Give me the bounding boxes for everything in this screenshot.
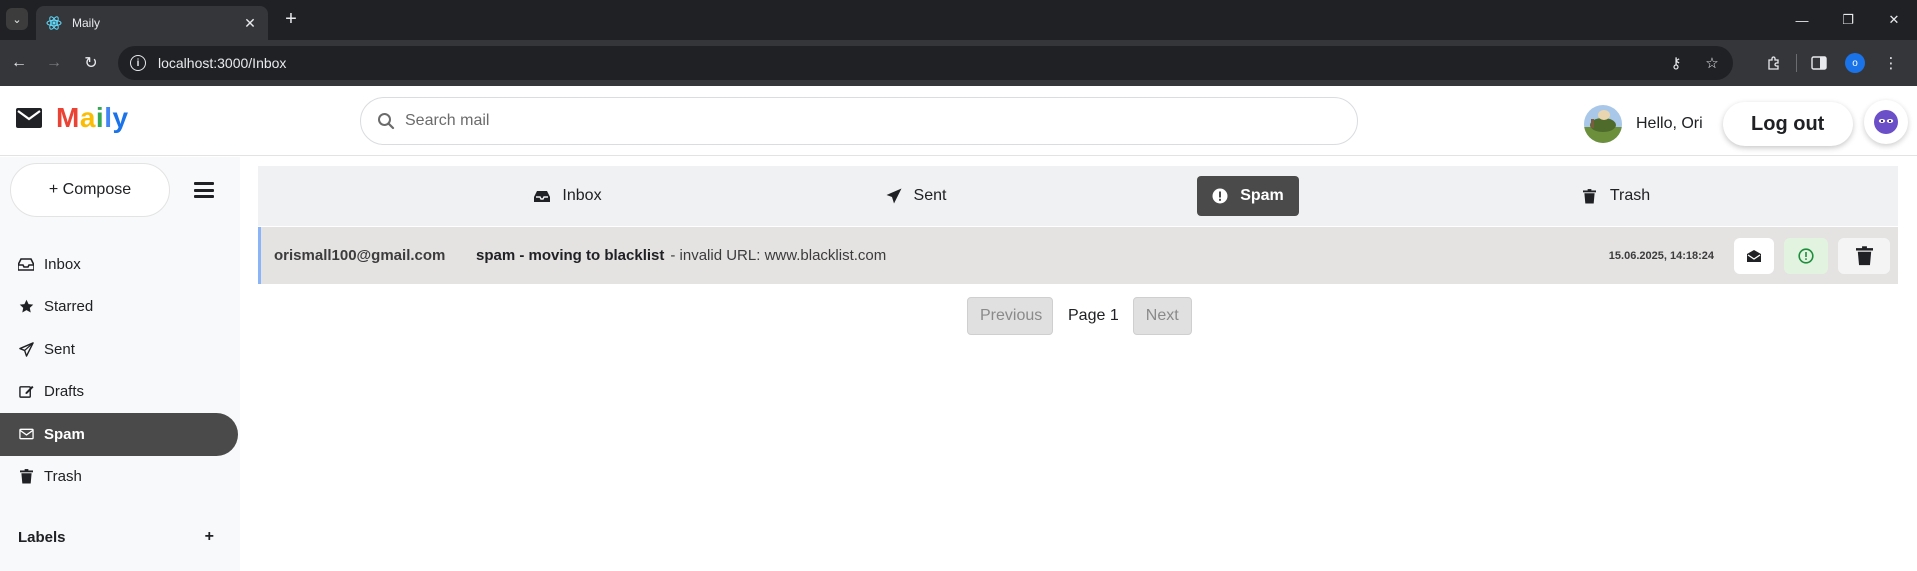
side-panel-icon[interactable] [1801, 52, 1837, 74]
logout-button[interactable]: Log out [1722, 102, 1853, 146]
tab-close-icon[interactable]: ✕ [242, 15, 258, 32]
close-window-icon[interactable]: ✕ [1871, 0, 1917, 40]
labels-section: Labels + [18, 528, 214, 546]
react-favicon-icon [46, 16, 62, 30]
paper-plane-icon [886, 188, 902, 204]
sidebar-item-trash[interactable]: Trash [0, 456, 238, 499]
back-icon[interactable]: ← [8, 52, 30, 74]
mail-snippet: - invalid URL: www.blacklist.com [670, 247, 887, 264]
sidebar-item-spam[interactable]: Spam [0, 413, 238, 456]
theme-toggle-button[interactable] [1864, 100, 1908, 144]
exclamation-circle-icon [1212, 188, 1228, 204]
reload-icon[interactable]: ↻ [80, 52, 102, 74]
window-controls: — ❐ ✕ [1779, 0, 1917, 40]
compose-button[interactable]: + Compose [10, 163, 170, 217]
trash-icon [18, 469, 34, 485]
star-icon [18, 299, 34, 315]
edit-icon [18, 384, 34, 400]
folder-tabs: Inbox Sent Spam Trash [258, 166, 1898, 226]
tab-trash[interactable]: Trash [1556, 176, 1676, 216]
url-bar[interactable]: i localhost:3000/Inbox ⚷ ☆ [118, 46, 1733, 80]
pagination: Previous Page 1 Next [967, 297, 1192, 335]
delete-button[interactable] [1838, 237, 1890, 274]
new-tab-button[interactable]: + [280, 8, 302, 30]
tab-inbox[interactable]: Inbox [508, 176, 628, 216]
user-greeting: Hello, Ori [1636, 115, 1703, 132]
labels-title: Labels [18, 528, 66, 546]
trash-icon [1855, 245, 1873, 265]
trash-icon [1582, 188, 1598, 204]
mail-row[interactable]: orismall100@gmail.com spam - moving to b… [258, 227, 1898, 284]
moon-face-icon [1874, 110, 1898, 134]
envelope-open-icon [1747, 249, 1761, 262]
browser-tab[interactable]: Maily ✕ [36, 6, 268, 40]
exclamation-circle-icon [1798, 247, 1814, 264]
menu-toggle-icon[interactable] [194, 182, 214, 198]
url-text[interactable]: localhost:3000/Inbox [158, 55, 1649, 71]
sidebar: + Compose Inbox Starred Sent Drafts Spam… [0, 157, 240, 571]
tab-title: Maily [72, 16, 101, 30]
brand[interactable]: Maily [16, 102, 129, 134]
next-page-button[interactable]: Next [1132, 297, 1192, 335]
inbox-icon [534, 188, 551, 204]
user-avatar[interactable] [1584, 105, 1622, 143]
paper-plane-icon [18, 341, 34, 357]
search-input[interactable] [405, 112, 1341, 130]
profile-avatar[interactable]: o [1837, 52, 1873, 74]
mail-date: 15.06.2025, 14:18:24 [1608, 249, 1714, 262]
previous-page-button[interactable]: Previous [967, 297, 1053, 335]
tab-search-chevron-icon[interactable]: ⌄ [6, 8, 28, 30]
restore-icon[interactable]: ❐ [1825, 0, 1871, 40]
tab-sent[interactable]: Sent [856, 176, 976, 216]
extensions-icon[interactable] [1756, 52, 1792, 74]
brand-name: Maily [56, 102, 129, 133]
envelope-icon [18, 426, 34, 442]
browser-toolbar: o ⋮ [1756, 52, 1909, 74]
app-header: Maily Hello, Ori Log out [0, 86, 1917, 156]
search-bar[interactable] [360, 97, 1358, 145]
mail-sender: orismall100@gmail.com [274, 247, 446, 264]
add-label-button[interactable]: + [205, 528, 214, 546]
envelope-logo-icon [16, 108, 42, 128]
mark-read-button[interactable] [1734, 237, 1774, 274]
key-icon[interactable]: ⚷ [1667, 54, 1685, 72]
page-indicator: Page 1 [1068, 307, 1119, 324]
browser-tab-bar: ⌄ Maily ✕ + — ❐ ✕ [0, 0, 1917, 40]
forward-icon[interactable]: → [43, 52, 65, 74]
not-spam-button[interactable] [1784, 237, 1828, 274]
bookmark-star-icon[interactable]: ☆ [1703, 54, 1721, 72]
sidebar-item-inbox[interactable]: Inbox [0, 243, 238, 286]
sidebar-item-drafts[interactable]: Drafts [0, 371, 238, 414]
inbox-icon [18, 256, 34, 272]
sidebar-item-starred[interactable]: Starred [0, 286, 238, 329]
user-area: Hello, Ori Log out [1584, 102, 1853, 146]
browser-menu-icon[interactable]: ⋮ [1873, 52, 1909, 74]
search-icon [378, 113, 395, 130]
browser-address-bar: ← → ↻ i localhost:3000/Inbox ⚷ ☆ o ⋮ [0, 40, 1917, 86]
site-info-icon[interactable]: i [130, 55, 146, 71]
mail-subject: spam - moving to blacklist [476, 247, 665, 264]
sidebar-item-sent[interactable]: Sent [0, 328, 238, 371]
minimize-icon[interactable]: — [1779, 0, 1825, 40]
sidebar-nav: Inbox Starred Sent Drafts Spam Trash [0, 243, 238, 498]
tab-spam[interactable]: Spam [1197, 176, 1299, 216]
